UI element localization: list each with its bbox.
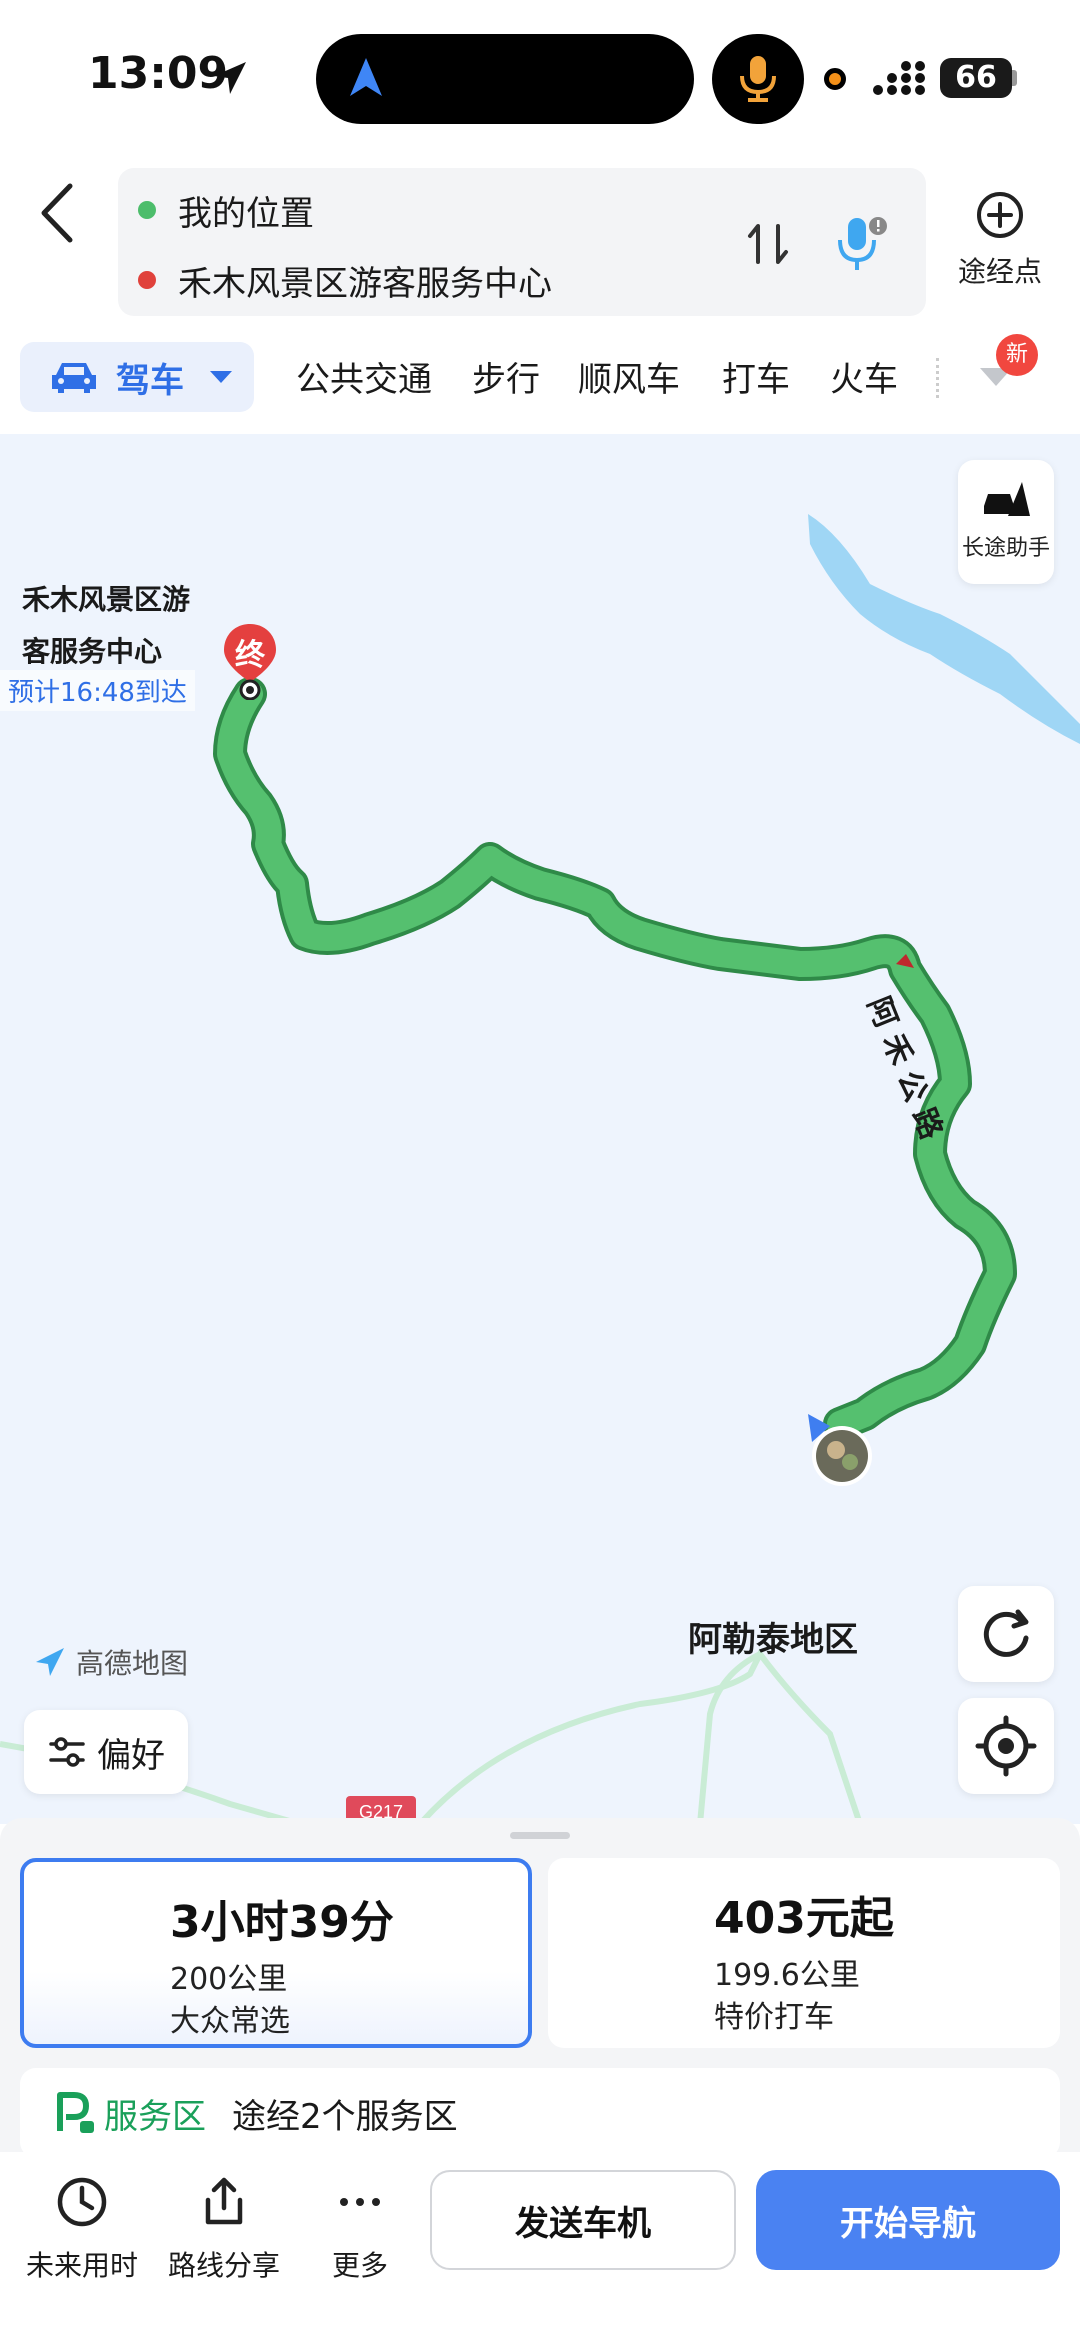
map-logo: 高德地图 <box>34 1642 188 1682</box>
share-icon <box>205 2177 243 2225</box>
more-dots-icon <box>340 2198 380 2206</box>
route-option-taxi[interactable]: 403元起 199.6公里 特价打车 <box>548 1858 1060 2048</box>
origin-dot <box>138 201 156 219</box>
add-circle-icon <box>977 192 1023 238</box>
send-to-car-button[interactable]: 发送车机 <box>430 2170 736 2270</box>
refresh-icon <box>983 1609 1029 1657</box>
map-logo-text: 高德地图 <box>76 1647 189 1680</box>
new-badge: 新 <box>996 334 1038 376</box>
status-time: 13:09 <box>88 48 229 99</box>
end-pin-label: 终 <box>235 638 265 673</box>
start-navigation-button[interactable]: 开始导航 <box>756 2170 1060 2270</box>
region-label: 阿勒泰地区 <box>688 1620 858 1660</box>
battery-tip <box>1012 70 1017 86</box>
share-label: 路线分享 <box>167 2249 280 2282</box>
tab-drive[interactable]: 驾车 <box>20 342 254 412</box>
tab-walk[interactable]: 步行 <box>472 352 540 401</box>
eta-label: 预计16:48到达 <box>0 670 195 711</box>
destination-label-line1: 禾木风景区游 <box>22 583 191 616</box>
service-area-title: 服务区 <box>104 2096 206 2137</box>
tab-taxi[interactable]: 打车 <box>722 352 790 401</box>
taxi-distance: 199.6公里 <box>714 1958 860 1993</box>
add-waypoint-button[interactable]: 途经点 <box>950 190 1050 300</box>
tab-train[interactable]: 火车 <box>830 352 898 401</box>
destination-label: 禾木风景区游 客服务中心 <box>22 574 222 678</box>
signal-icon <box>873 61 925 95</box>
parking-service-icon <box>57 2092 94 2133</box>
waypoint-label: 途经点 <box>957 255 1042 288</box>
sheet-grabber[interactable] <box>510 1832 570 1839</box>
sliders-icon <box>49 1737 85 1767</box>
amap-logo-icon <box>36 1648 64 1676</box>
destination-text: 禾木风景区游客服务中心 <box>178 263 552 304</box>
chevron-down-icon <box>210 371 232 383</box>
route-tag: 大众常选 <box>170 2004 290 2039</box>
back-button[interactable] <box>30 178 86 248</box>
privacy-indicator <box>824 68 846 90</box>
preference-label: 偏好 <box>97 1735 165 1776</box>
status-bar: 13:09 66 <box>0 0 1080 150</box>
service-area-row[interactable]: 服务区 途经2个服务区 <box>20 2068 1060 2158</box>
end-pin[interactable]: 终 <box>220 620 280 701</box>
route-option-drive[interactable]: 3小时39分 200公里 大众常选 <box>20 1858 532 2048</box>
locate-me-button[interactable] <box>958 1698 1054 1794</box>
origin-field[interactable]: 我的位置 <box>138 180 314 240</box>
refresh-button[interactable] <box>958 1586 1054 1682</box>
voice-input-icon[interactable] <box>828 212 892 276</box>
tab-drive-label: 驾车 <box>116 360 184 401</box>
travel-mode-tabs: 驾车 公共交通 步行 顺风车 打车 火车 新 <box>0 334 1080 428</box>
origin-text: 我的位置 <box>178 193 314 234</box>
clock-icon <box>57 2177 107 2227</box>
battery-indicator: 66 <box>940 58 1012 98</box>
route-duration: 3小时39分 <box>170 1897 394 1948</box>
taxi-tag: 特价打车 <box>714 2000 834 2035</box>
bottom-toolbar: 未来用时 路线分享 更多 发送车机 开始导航 <box>0 2152 1080 2347</box>
long-trip-icon <box>984 482 1030 516</box>
regional-road-2 <box>697 1651 762 1824</box>
navigation-arrow-icon <box>350 58 382 96</box>
more-label: 更多 <box>331 2249 388 2282</box>
share-route-button[interactable]: 路线分享 <box>154 2174 294 2284</box>
tabs-divider <box>936 358 940 398</box>
tab-carpool[interactable]: 顺风车 <box>578 352 680 401</box>
preference-button[interactable]: 偏好 <box>24 1710 188 1794</box>
destination-field[interactable]: 禾木风景区游客服务中心 <box>138 250 552 310</box>
avatar-location-icon <box>808 1414 872 1486</box>
dynamic-island <box>316 34 694 124</box>
mic-indicator <box>712 34 804 124</box>
more-button[interactable]: 更多 <box>290 2174 430 2284</box>
tab-public-transit[interactable]: 公共交通 <box>296 352 432 401</box>
regional-road <box>417 1648 863 1824</box>
future-time-label: 未来用时 <box>25 2249 138 2282</box>
current-location-marker[interactable] <box>800 1412 880 1492</box>
car-icon <box>52 363 96 393</box>
taxi-price: 403元起 <box>714 1893 894 1944</box>
locate-icon <box>975 1715 1037 1777</box>
route-map[interactable]: G217 禾木风景区游 客服务中心 预计16:48到达 终 阿禾公路 阿勒泰地区 <box>0 434 1080 1824</box>
microphone-icon <box>740 56 776 102</box>
future-time-button[interactable]: 未来用时 <box>12 2174 152 2284</box>
route-distance: 200公里 <box>170 1962 288 1997</box>
destination-dot <box>138 271 156 289</box>
location-arrow-icon <box>214 62 246 94</box>
swap-icon[interactable] <box>738 214 798 274</box>
route-input-box: 我的位置 禾木风景区游客服务中心 <box>118 168 926 316</box>
service-area-desc: 途经2个服务区 <box>232 2096 458 2137</box>
long-trip-label: 长途助手 <box>961 536 1050 561</box>
long-trip-assistant-button[interactable]: 长途助手 <box>958 460 1054 584</box>
